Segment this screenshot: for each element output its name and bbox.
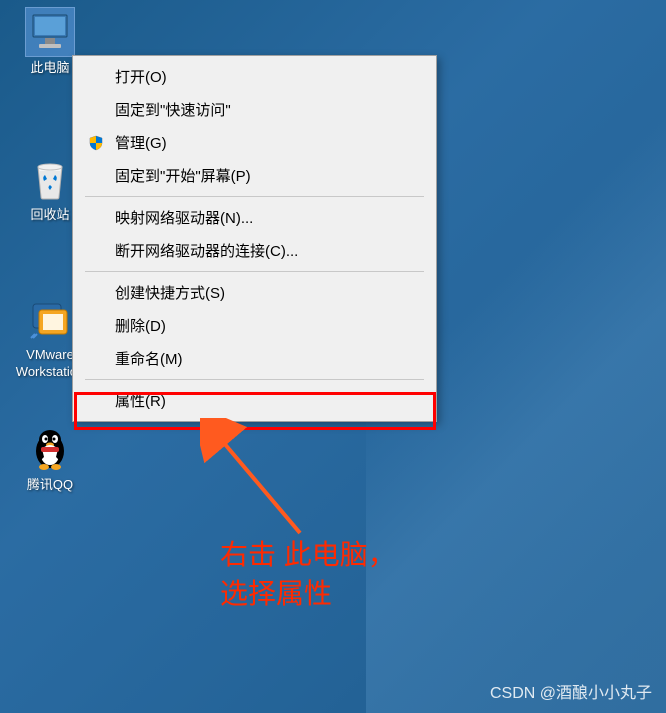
menu-separator [85,271,424,272]
blank-icon [85,392,107,410]
computer-icon [26,8,74,56]
menu-separator [85,196,424,197]
menu-item-pin-quickaccess[interactable]: 固定到"快速访问" [75,93,434,126]
watermark: CSDN @酒酿小小丸子 [490,679,652,703]
desktop-icon-qq[interactable]: 腾讯QQ [10,425,90,494]
shield-icon [85,134,107,152]
menu-item-create-shortcut[interactable]: 创建快捷方式(S) [75,276,434,309]
vmware-icon [26,295,74,343]
annotation-text: 右击 此电脑， 选择属性 [220,535,396,613]
menu-item-map-drive[interactable]: 映射网络驱动器(N)... [75,201,434,234]
menu-item-label: 固定到"快速访问" [115,99,231,120]
recycle-bin-icon [26,155,74,203]
menu-item-manage[interactable]: 管理(G) [75,126,434,159]
menu-item-label: 删除(D) [115,315,166,336]
menu-item-rename[interactable]: 重命名(M) [75,342,434,375]
menu-item-label: 固定到"开始"屏幕(P) [115,165,251,186]
menu-item-pin-start[interactable]: 固定到"开始"屏幕(P) [75,159,434,192]
blank-icon [85,209,107,227]
blank-icon [85,284,107,302]
menu-item-label: 创建快捷方式(S) [115,282,225,303]
menu-item-delete[interactable]: 删除(D) [75,309,434,342]
blank-icon [85,101,107,119]
blank-icon [85,167,107,185]
blank-icon [85,68,107,86]
desktop-icon-label: 腾讯QQ [10,477,90,494]
menu-item-label: 映射网络驱动器(N)... [115,207,253,228]
menu-item-properties[interactable]: 属性(R) [75,384,434,417]
annotation-arrow-icon [200,418,320,548]
blank-icon [85,350,107,368]
blank-icon [85,242,107,260]
menu-item-open[interactable]: 打开(O) [75,60,434,93]
menu-item-label: 断开网络驱动器的连接(C)... [115,240,298,261]
menu-item-label: 管理(G) [115,132,167,153]
menu-item-label: 打开(O) [115,66,167,87]
menu-item-disconnect-drive[interactable]: 断开网络驱动器的连接(C)... [75,234,434,267]
menu-item-label: 重命名(M) [115,348,183,369]
blank-icon [85,317,107,335]
menu-item-label: 属性(R) [115,390,166,411]
menu-separator [85,379,424,380]
context-menu: 打开(O) 固定到"快速访问" 管理(G) 固定到"开始"屏幕(P) 映射网络驱… [72,55,437,422]
qq-penguin-icon [26,425,74,473]
